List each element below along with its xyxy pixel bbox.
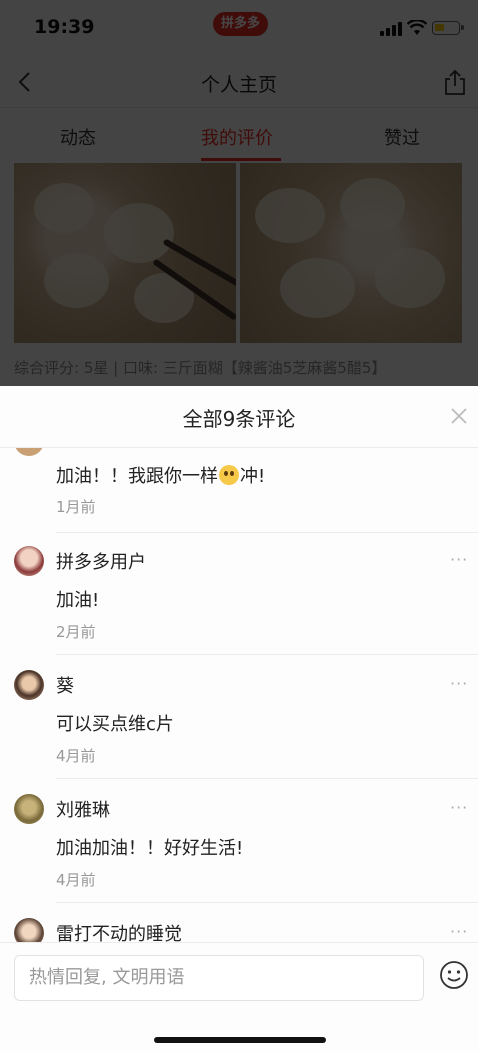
background-page: 19:39 拼多多 个人主页 动态 我的评价 赞过 综合评分: 5星 | 口味:… [0,0,478,386]
sheet-title: 全部9条评论 [182,407,296,431]
comment-time: 1月前 [56,498,96,516]
more-options-icon[interactable]: ··· [450,550,468,569]
commenter-name[interactable]: 葵 [56,672,74,698]
avatar[interactable] [14,794,44,824]
more-options-icon[interactable]: ··· [450,674,468,693]
commenter-name[interactable]: 雷打不动的睡觉 [56,920,182,942]
emoji-smile-icon[interactable] [439,960,469,990]
comment-list[interactable]: 加油！！我跟你一样 冲! 1月前 拼多多用户 ··· 加油! 2月前 葵 ··· … [0,448,478,942]
tab-liked[interactable]: 赞过 [384,124,420,150]
avatar[interactable] [14,448,44,456]
divider [56,654,478,655]
avatar[interactable] [14,918,44,942]
tab-bar: 动态 我的评价 赞过 [0,108,478,162]
review-photo-1[interactable] [14,163,236,343]
active-tab-indicator [201,158,281,161]
divider [56,532,478,533]
commenter-name[interactable]: 拼多多用户 [56,548,146,574]
signal-icon [380,22,402,36]
reply-input[interactable]: 热情回复, 文明用语 [14,955,424,1001]
avatar[interactable] [14,670,44,700]
review-photo-2[interactable] [240,163,462,343]
divider [56,902,478,903]
comment-text: 加油! [56,590,100,611]
home-indicator [154,1037,326,1043]
share-icon[interactable] [442,68,468,96]
divider [56,778,478,779]
sheet-header: 全部9条评论 [0,386,478,448]
comment-time: 2月前 [56,623,96,641]
status-bar: 19:39 拼多多 [0,0,478,56]
battery-icon [432,21,464,35]
comment-time: 4月前 [56,747,96,765]
comment-text: 加油加油！！好好生活! [56,838,244,859]
tab-my-reviews[interactable]: 我的评价 [201,124,273,150]
wifi-icon [407,20,427,35]
more-options-icon[interactable]: ··· [450,922,468,941]
comment-time: 4月前 [56,871,96,889]
comment-text: 可以买点维c片 [56,714,174,735]
commenter-name[interactable]: 刘雅琳 [56,796,110,822]
tab-activity[interactable]: 动态 [60,124,96,150]
status-time: 19:39 [34,16,95,38]
review-summary: 综合评分: 5星 | 口味: 三斤面糊【辣酱油5芝麻酱5醋5】 [14,359,387,377]
app-badge: 拼多多 [213,12,269,36]
avatar[interactable] [14,546,44,576]
nav-bar: 个人主页 [0,56,478,108]
comment-text: 加油！！我跟你一样 冲! [56,465,266,487]
crying-face-emoji-icon [219,465,239,485]
more-options-icon[interactable]: ··· [450,798,468,817]
page-title: 个人主页 [200,74,277,96]
reply-bar: 热情回复, 文明用语 [0,942,478,1051]
close-icon[interactable] [449,406,469,426]
